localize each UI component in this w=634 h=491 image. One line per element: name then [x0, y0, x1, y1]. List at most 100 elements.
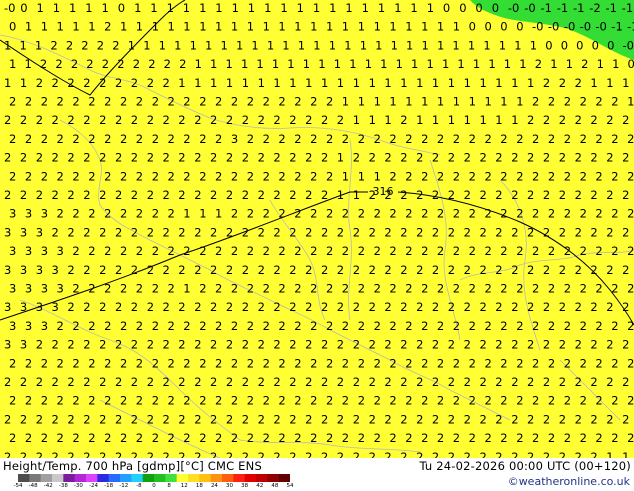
grid-value: 2 — [453, 207, 460, 221]
grid-value: 2 — [163, 338, 170, 352]
grid-value: 1 — [437, 95, 444, 109]
grid-value: 1 — [448, 76, 455, 90]
grid-value: 2 — [289, 151, 296, 165]
grid-value: 2 — [178, 113, 185, 127]
grid-value: 2 — [469, 132, 476, 146]
grid-value: 2 — [511, 412, 518, 426]
grid-value: 2 — [321, 113, 328, 127]
grid-value: 3 — [20, 338, 27, 352]
grid-value: 0 — [475, 1, 482, 15]
grid-value: 2 — [543, 263, 550, 277]
grid-value: 1 — [384, 76, 391, 90]
color-scale-tick-label: -42 — [44, 483, 53, 489]
grid-value: 2 — [131, 450, 138, 458]
grid-value: 3 — [25, 282, 32, 296]
grid-value: -0 — [595, 20, 606, 34]
grid-value: 2 — [294, 394, 301, 408]
grid-value: 2 — [152, 244, 159, 258]
grid-value: 2 — [627, 244, 634, 258]
grid-value: 2 — [416, 450, 423, 458]
grid-value: 1 — [374, 20, 381, 34]
grid-value: 2 — [310, 95, 317, 109]
grid-value: 2 — [88, 356, 95, 370]
grid-value: 2 — [36, 76, 43, 90]
color-scale-tick-label: 18 — [196, 483, 203, 489]
grid-value: -0 — [508, 1, 519, 15]
grid-value: 1 — [174, 38, 181, 52]
grid-value: 2 — [310, 244, 317, 258]
grid-value: 2 — [448, 225, 455, 239]
grid-value: 2 — [548, 394, 555, 408]
grid-value: 2 — [183, 169, 190, 183]
grid-value: 2 — [57, 431, 64, 445]
grid-value: 2 — [453, 132, 460, 146]
grid-value: 2 — [136, 207, 143, 221]
grid-value: 1 — [57, 20, 64, 34]
credit-link[interactable]: ©weatheronline.co.uk — [508, 475, 630, 488]
grid-value: 2 — [405, 169, 412, 183]
grid-value: 1 — [321, 76, 328, 90]
grid-value: 2 — [36, 113, 43, 127]
grid-value: 2 — [210, 263, 217, 277]
grid-value: 2 — [500, 244, 507, 258]
grid-value: 2 — [495, 338, 502, 352]
grid-value: 2 — [480, 225, 487, 239]
grid-value: 3 — [52, 300, 59, 314]
grid-value: 2 — [622, 375, 629, 389]
grid-value: 2 — [147, 375, 154, 389]
grid-value: 2 — [88, 394, 95, 408]
grid-value: 2 — [67, 188, 74, 202]
grid-value: 2 — [480, 412, 487, 426]
grid-value: 2 — [421, 207, 428, 221]
grid-value: 2 — [258, 375, 265, 389]
grid-value: 2 — [147, 338, 154, 352]
grid-value: 2 — [416, 338, 423, 352]
grid-value: 1 — [264, 1, 271, 15]
grid-value: 2 — [104, 319, 111, 333]
grid-value: 2 — [20, 375, 27, 389]
grid-value: 1 — [205, 38, 212, 52]
grid-value: 2 — [215, 132, 222, 146]
grid-value: 2 — [57, 95, 64, 109]
grid-value: -1 — [606, 1, 617, 15]
grid-value: 2 — [564, 319, 571, 333]
grid-value: 2 — [437, 319, 444, 333]
grid-value: 2 — [104, 244, 111, 258]
grid-value: 2 — [273, 225, 280, 239]
grid-value: 1 — [272, 57, 279, 71]
grid-value: 2 — [469, 319, 476, 333]
grid-value: 2 — [464, 263, 471, 277]
grid-value: 2 — [263, 95, 270, 109]
grid-value: 1 — [236, 38, 243, 52]
grid-value: 1 — [215, 1, 222, 15]
grid-value: 2 — [321, 188, 328, 202]
grid-value: 2 — [258, 412, 265, 426]
grid-value: 2 — [358, 282, 365, 296]
grid-value: 2 — [384, 412, 391, 426]
grid-value: 2 — [66, 38, 73, 52]
grid-value: 1 — [358, 169, 365, 183]
grid-value: 2 — [622, 412, 629, 426]
grid-value: 2 — [511, 300, 518, 314]
grid-value: 2 — [247, 169, 254, 183]
grid-value: 1 — [221, 38, 228, 52]
grid-value: 2 — [115, 263, 122, 277]
grid-value: 2 — [353, 412, 360, 426]
grid-value: 1 — [232, 1, 239, 15]
grid-value: 2 — [448, 188, 455, 202]
grid-value: 2 — [400, 113, 407, 127]
grid-value: 2 — [405, 356, 412, 370]
grid-value: 2 — [194, 151, 201, 165]
grid-value: 2 — [168, 356, 175, 370]
grid-value: 3 — [25, 207, 32, 221]
grid-value: 2 — [448, 338, 455, 352]
grid-value: 2 — [115, 188, 122, 202]
grid-value: 2 — [273, 300, 280, 314]
grid-value: 2 — [464, 375, 471, 389]
grid-value: 2 — [231, 207, 238, 221]
grid-value: 2 — [374, 132, 381, 146]
grid-value: 2 — [321, 263, 328, 277]
grid-value: 2 — [278, 169, 285, 183]
grid-value: 1 — [432, 113, 439, 127]
color-scale-tick-label: -24 — [89, 483, 98, 489]
